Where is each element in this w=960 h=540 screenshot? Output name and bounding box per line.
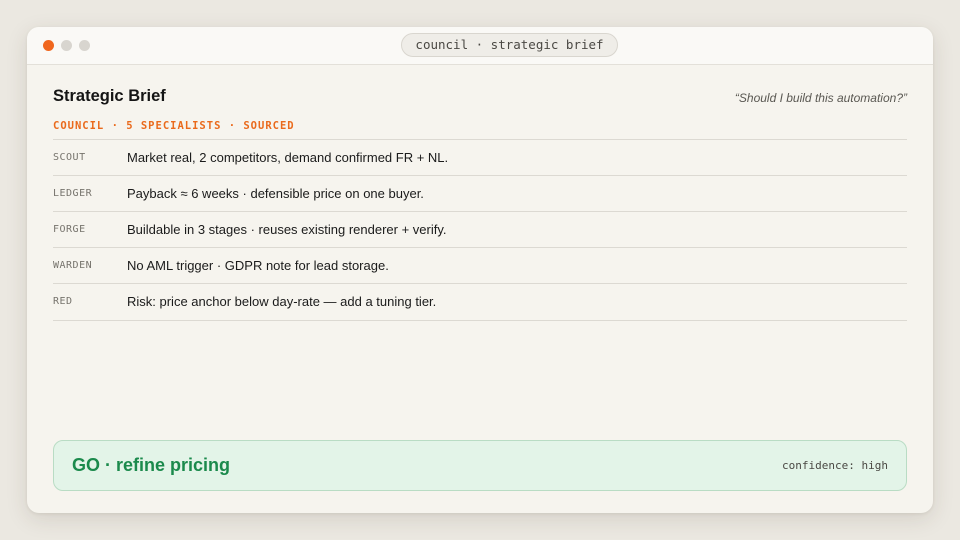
brief-meta: COUNCIL · 5 SPECIALISTS · SOURCED [53,120,295,132]
specialist-list: SCOUT Market real, 2 competitors, demand… [53,139,907,321]
verdict-confidence: confidence: high [782,459,888,472]
verdict-decision: GO · refine pricing [72,455,231,475]
specialist-finding: Payback ≈ 6 weeks · defensible price on … [127,186,424,201]
maximize-window-button[interactable] [79,40,90,51]
verdict-panel: GO · refine pricing confidence: high [53,440,907,491]
specialist-finding: Buildable in 3 stages · reuses existing … [127,222,447,237]
specialist-row-red: RED Risk: price anchor below day-rate — … [53,284,907,321]
specialist-role: SCOUT [53,152,86,163]
close-window-button[interactable] [43,40,54,51]
title-bar: council · strategic brief [27,27,933,65]
specialist-row-ledger: LEDGER Payback ≈ 6 weeks · defensible pr… [53,176,907,212]
brief-question: “Should I build this automation?” [734,91,907,105]
page-title: Strategic Brief [53,87,166,105]
specialist-row-scout: SCOUT Market real, 2 competitors, demand… [53,140,907,176]
specialist-role: RED [53,296,73,307]
app-window: council · strategic brief Strategic Brie… [27,27,933,513]
specialist-role: LEDGER [53,188,93,199]
specialist-finding: No AML trigger · GDPR note for lead stor… [127,258,389,273]
specialist-role: FORGE [53,224,86,235]
specialist-role: WARDEN [53,260,93,271]
specialist-row-forge: FORGE Buildable in 3 stages · reuses exi… [53,212,907,248]
window-title: council · strategic brief [401,33,618,57]
minimize-window-button[interactable] [61,40,72,51]
specialist-row-warden: WARDEN No AML trigger · GDPR note for le… [53,248,907,284]
specialist-finding: Risk: price anchor below day-rate — add … [127,294,437,309]
specialist-finding: Market real, 2 competitors, demand confi… [127,150,449,165]
